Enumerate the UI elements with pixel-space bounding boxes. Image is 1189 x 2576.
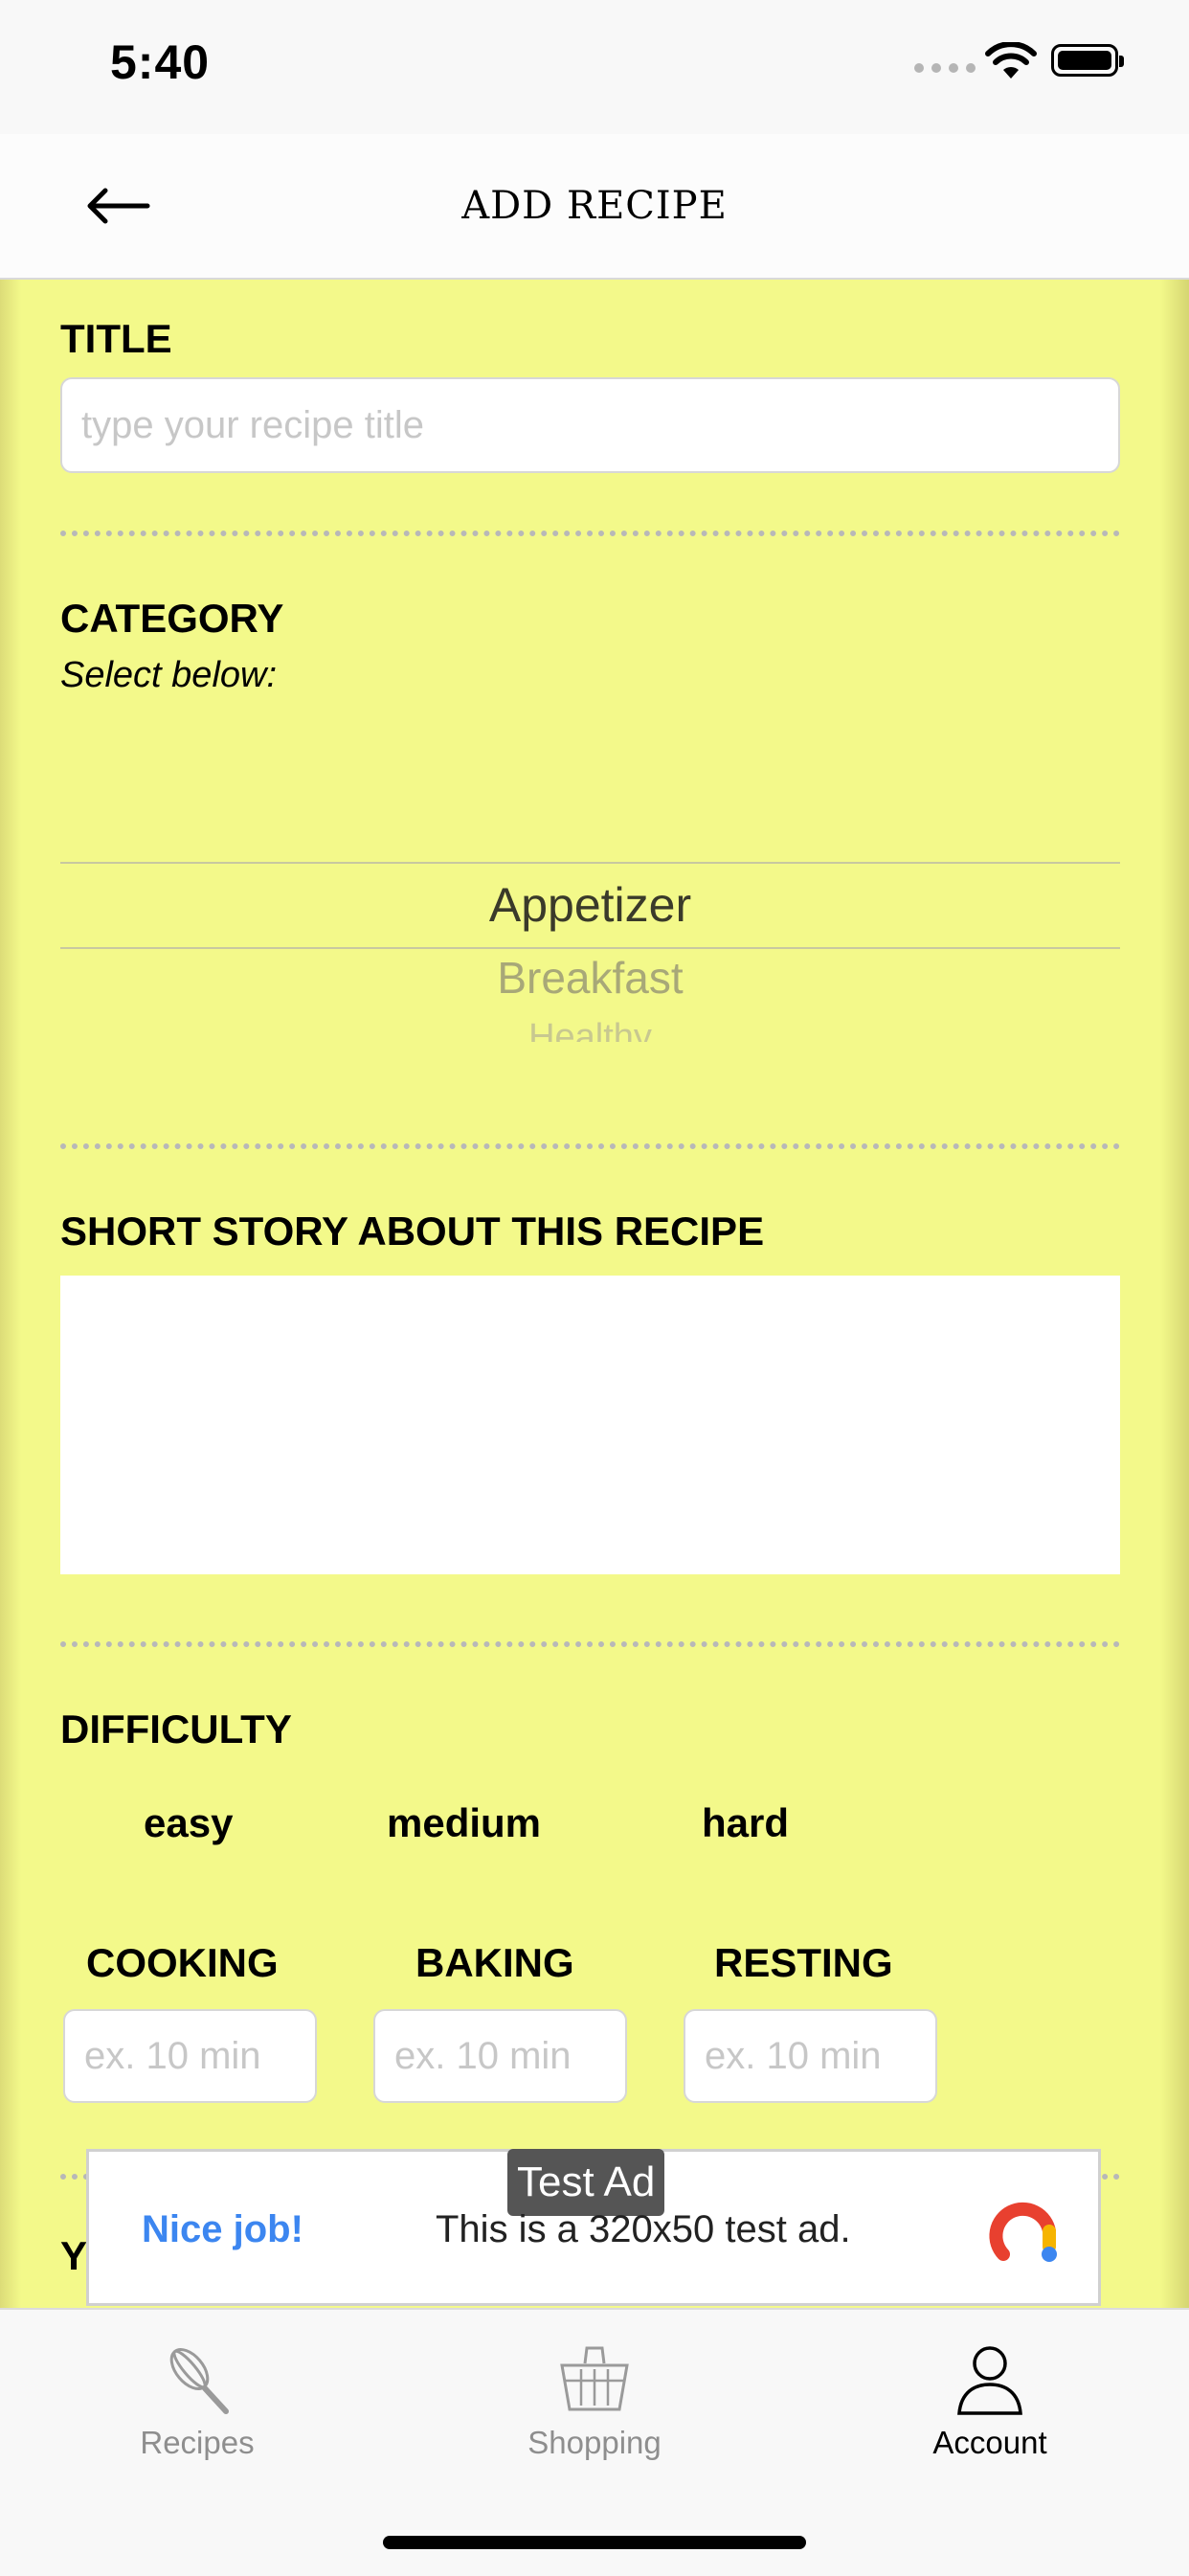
tab-label: Recipes [140,2425,255,2460]
home-indicator [383,2536,806,2549]
battery-icon [1051,44,1124,77]
basket-icon [560,2346,629,2411]
baking-time-input[interactable]: ex. 10 min [373,2009,627,2103]
cooking-label: COOKING [86,1940,279,1985]
resting-label: RESTING [714,1940,893,1985]
section-divider [60,1143,1120,1149]
title-placeholder: type your recipe title [81,403,424,446]
category-option[interactable]: Healthy [60,1017,1120,1042]
recipe-form: TITLE type your recipe title CATEGORY Se… [0,280,1189,2308]
category-label: CATEGORY [60,596,284,641]
section-divider [60,1641,1120,1647]
ad-text: This is a 320x50 test ad. [436,2208,851,2250]
difficulty-easy[interactable]: easy [144,1800,233,1846]
status-time: 5:40 [110,35,211,89]
story-textarea[interactable] [60,1276,1120,1574]
ad-logo-icon [989,2202,1057,2262]
category-option[interactable]: Breakfast [60,952,1120,1004]
category-option-selected[interactable]: Appetizer [60,877,1120,933]
difficulty-label: DIFFICULTY [60,1706,292,1751]
tab-label: Account [932,2425,1047,2460]
category-hint: Select below: [60,655,278,695]
ad-tag: Test Ad [507,2149,665,2216]
ad-headline[interactable]: Nice job! [142,2208,303,2251]
resting-time-input[interactable]: ex. 10 min [684,2009,937,2103]
partial-section-label: Y [60,2233,88,2278]
cellular-signal-icon [914,63,976,73]
wifi-icon [985,42,1037,79]
status-bar: 5:40 [0,0,1189,134]
title-input[interactable]: type your recipe title [60,377,1120,473]
page-title: ADD RECIPE [461,184,728,228]
tab-label: Shopping [527,2425,662,2460]
person-icon [957,2346,1022,2415]
cooking-time-input[interactable]: ex. 10 min [63,2009,317,2103]
nav-bar: ADD RECIPE [0,134,1189,280]
title-label: TITLE [60,316,172,361]
story-label: SHORT STORY ABOUT THIS RECIPE [60,1209,765,1254]
whisk-icon [169,2348,229,2414]
baking-label: BAKING [415,1940,574,1985]
difficulty-medium[interactable]: medium [387,1800,541,1846]
difficulty-hard[interactable]: hard [702,1800,789,1846]
section-divider [60,531,1120,536]
